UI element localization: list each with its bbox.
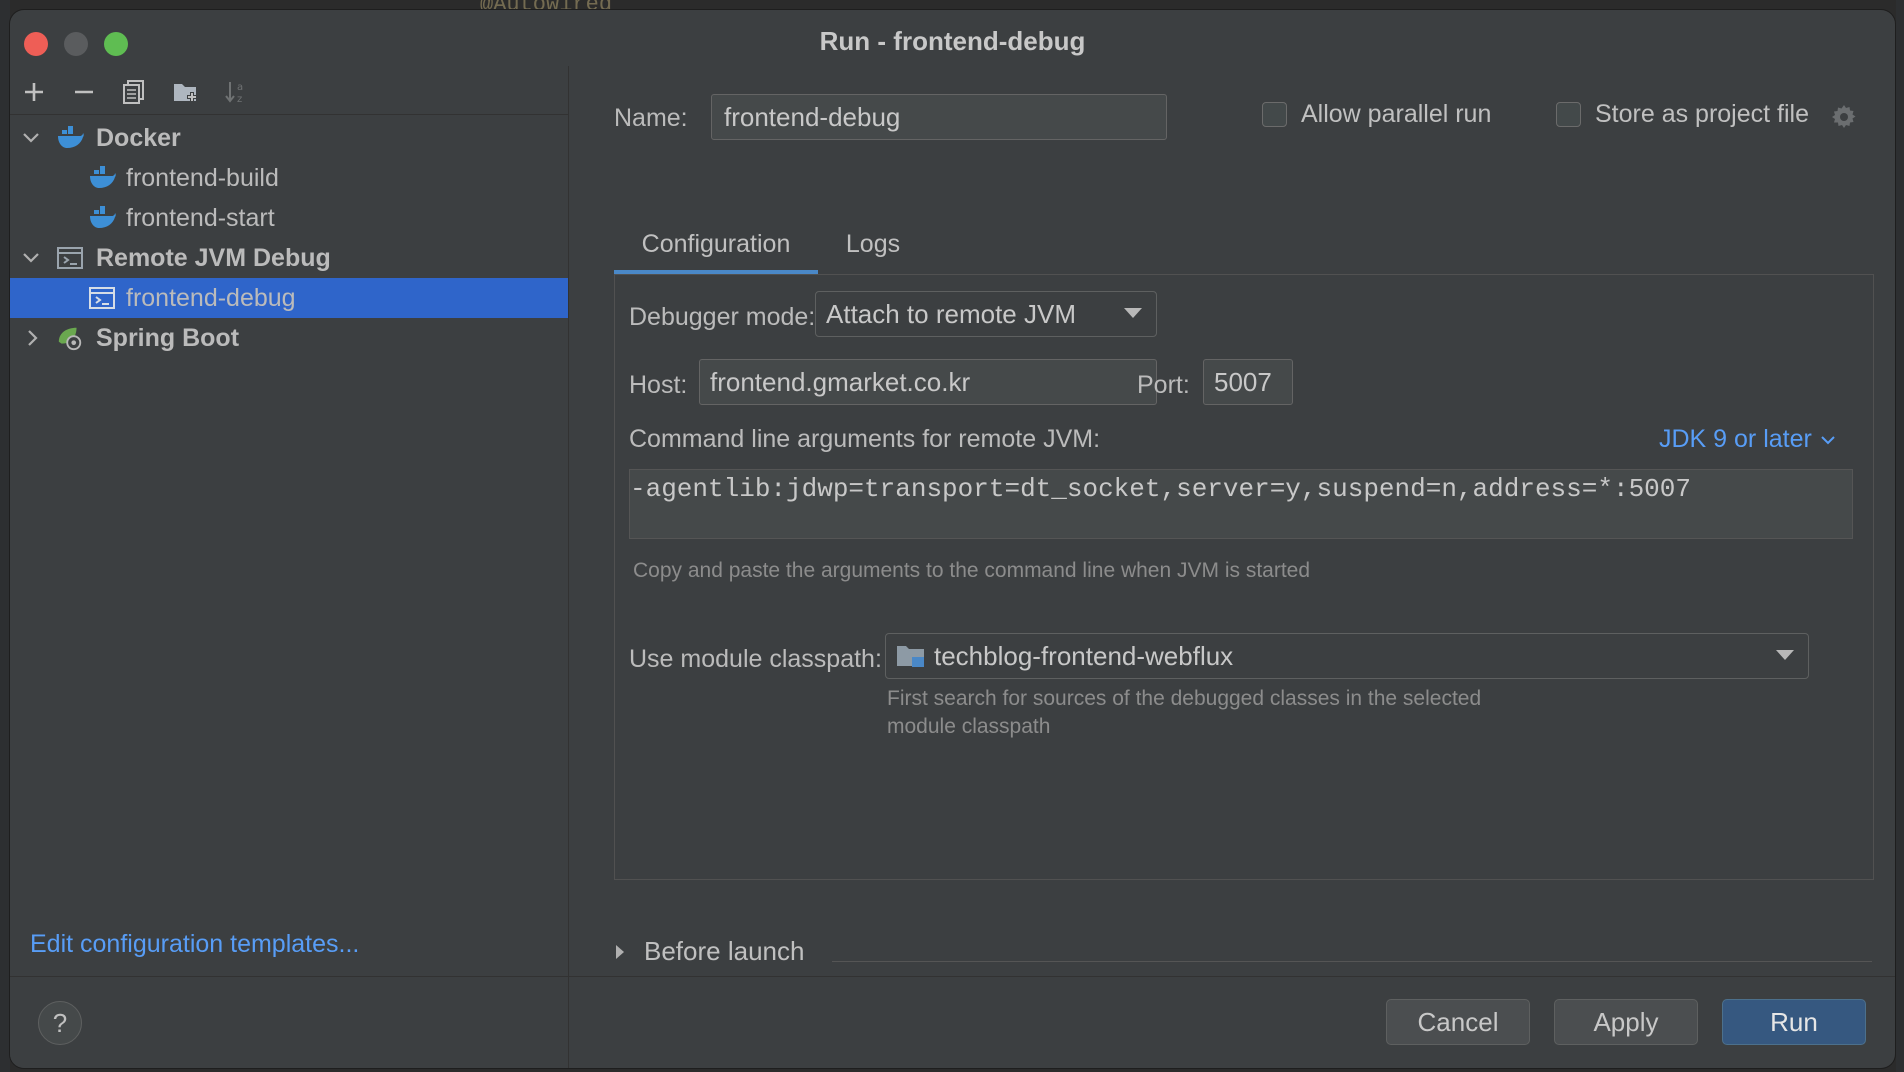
cmd-args-label: Command line arguments for remote JVM: [629, 425, 1101, 453]
jdk-version-value: JDK 9 or later [1659, 425, 1812, 453]
tab-logs[interactable]: Logs [820, 216, 926, 272]
dialog-footer: ? Cancel Apply Run [10, 976, 1895, 1068]
svg-text:a: a [237, 82, 243, 93]
sort-icon[interactable]: az [216, 72, 256, 112]
debugger-mode-value: Attach to remote JVM [826, 298, 1076, 329]
tree-item-frontend-debug[interactable]: frontend-debug [10, 278, 568, 318]
background-editor-left [0, 0, 10, 1072]
debugger-mode-select[interactable]: Attach to remote JVM [815, 291, 1157, 337]
chevron-down-icon [1124, 308, 1142, 318]
chevron-down-icon[interactable] [22, 249, 40, 267]
add-icon[interactable] [14, 72, 54, 112]
module-classpath-select[interactable]: techblog-frontend-webflux [885, 633, 1809, 679]
name-input[interactable] [711, 94, 1167, 140]
chevron-down-icon[interactable] [22, 129, 40, 147]
sidebar-toolbar: az [10, 66, 568, 115]
chevron-right-icon [616, 944, 624, 959]
docker-icon [56, 124, 84, 152]
before-launch-section-toggle[interactable]: Before launch [614, 936, 804, 967]
port-label: Port: [1137, 371, 1190, 399]
host-input[interactable]: frontend.gmarket.co.kr [699, 359, 1157, 405]
edit-configuration-templates-link[interactable]: Edit configuration templates... [30, 930, 359, 959]
apply-button[interactable]: Apply [1554, 999, 1698, 1045]
docker-icon [88, 164, 116, 192]
port-input[interactable]: 5007 [1203, 359, 1293, 405]
allow-parallel-run-checkbox[interactable]: Allow parallel run [1262, 100, 1491, 129]
tree-group-spring-boot[interactable]: Spring Boot [10, 318, 568, 358]
configuration-panel: Debugger mode: Attach to remote JVM Host… [614, 274, 1874, 880]
name-label: Name: [614, 104, 688, 132]
tab-label: Configuration [641, 229, 791, 258]
gear-icon[interactable] [1831, 104, 1857, 135]
tree-item-frontend-start[interactable]: frontend-start [10, 198, 568, 238]
config-tabs: Configuration Logs [614, 216, 1872, 274]
run-configurations-dialog: Run - frontend-debug az Docker frontend-… [10, 10, 1895, 1068]
checkbox-box[interactable] [1262, 102, 1287, 127]
tree-group-label: Remote JVM Debug [96, 243, 331, 272]
debugger-mode-label: Debugger mode: [629, 303, 816, 331]
svg-text:z: z [237, 94, 242, 105]
chevron-down-icon [1821, 435, 1835, 444]
host-label: Host: [629, 371, 688, 399]
tree-item-label: frontend-start [126, 203, 275, 232]
cmd-args-hint: Copy and paste the arguments to the comm… [633, 559, 1311, 582]
chevron-down-icon [1776, 650, 1794, 660]
tab-label: Logs [845, 229, 901, 258]
cancel-button[interactable]: Cancel [1386, 999, 1530, 1045]
tree-group-label: Docker [96, 123, 181, 152]
copy-icon[interactable] [114, 72, 154, 112]
tree-group-label: Spring Boot [96, 323, 240, 352]
tree-item-label: frontend-debug [126, 283, 296, 312]
chevron-right-icon[interactable] [24, 329, 42, 347]
background-editor-right [1896, 0, 1904, 1072]
remove-icon[interactable] [64, 72, 104, 112]
window-title: Run - frontend-debug [819, 26, 1086, 56]
port-value: 5007 [1214, 366, 1272, 397]
configuration-editor: Name: Allow parallel run Store as projec… [569, 66, 1895, 1068]
tree-group-remote-jvm-debug[interactable]: Remote JVM Debug [10, 238, 568, 278]
store-as-project-file-label: Store as project file [1595, 100, 1809, 128]
allow-parallel-run-label: Allow parallel run [1301, 100, 1492, 128]
module-classpath-hint-line-2: module classpath [887, 715, 1051, 738]
tree-item-frontend-build[interactable]: frontend-build [10, 158, 568, 198]
docker-icon [88, 204, 116, 232]
tree-group-docker[interactable]: Docker [10, 118, 568, 158]
configurations-sidebar: az Docker frontend-build frontend-start … [10, 66, 569, 1068]
store-as-project-file-checkbox[interactable]: Store as project file [1556, 100, 1809, 129]
module-classpath-hint-line-1: First search for sources of the debugged… [887, 687, 1482, 710]
title-bar: Run - frontend-debug [10, 10, 1895, 66]
tab-configuration[interactable]: Configuration [614, 216, 818, 274]
before-launch-divider [832, 961, 1872, 962]
new-folder-icon[interactable] [166, 72, 206, 112]
spring-boot-icon [56, 324, 84, 352]
module-classpath-value: techblog-frontend-webflux [934, 640, 1234, 671]
checkbox-box[interactable] [1556, 102, 1581, 127]
run-button[interactable]: Run [1722, 999, 1866, 1045]
tree-item-label: frontend-build [126, 163, 279, 192]
module-classpath-label: Use module classpath: [629, 645, 882, 673]
module-folder-icon [896, 643, 926, 669]
remote-debug-icon [56, 244, 84, 272]
host-value: frontend.gmarket.co.kr [710, 366, 971, 397]
before-launch-label: Before launch [644, 936, 805, 966]
help-button[interactable]: ? [38, 1001, 82, 1045]
jdk-version-select[interactable]: JDK 9 or later [1659, 425, 1836, 454]
cmd-args-field[interactable]: -agentlib:jdwp=transport=dt_socket,serve… [629, 469, 1853, 539]
remote-debug-icon [88, 284, 116, 312]
